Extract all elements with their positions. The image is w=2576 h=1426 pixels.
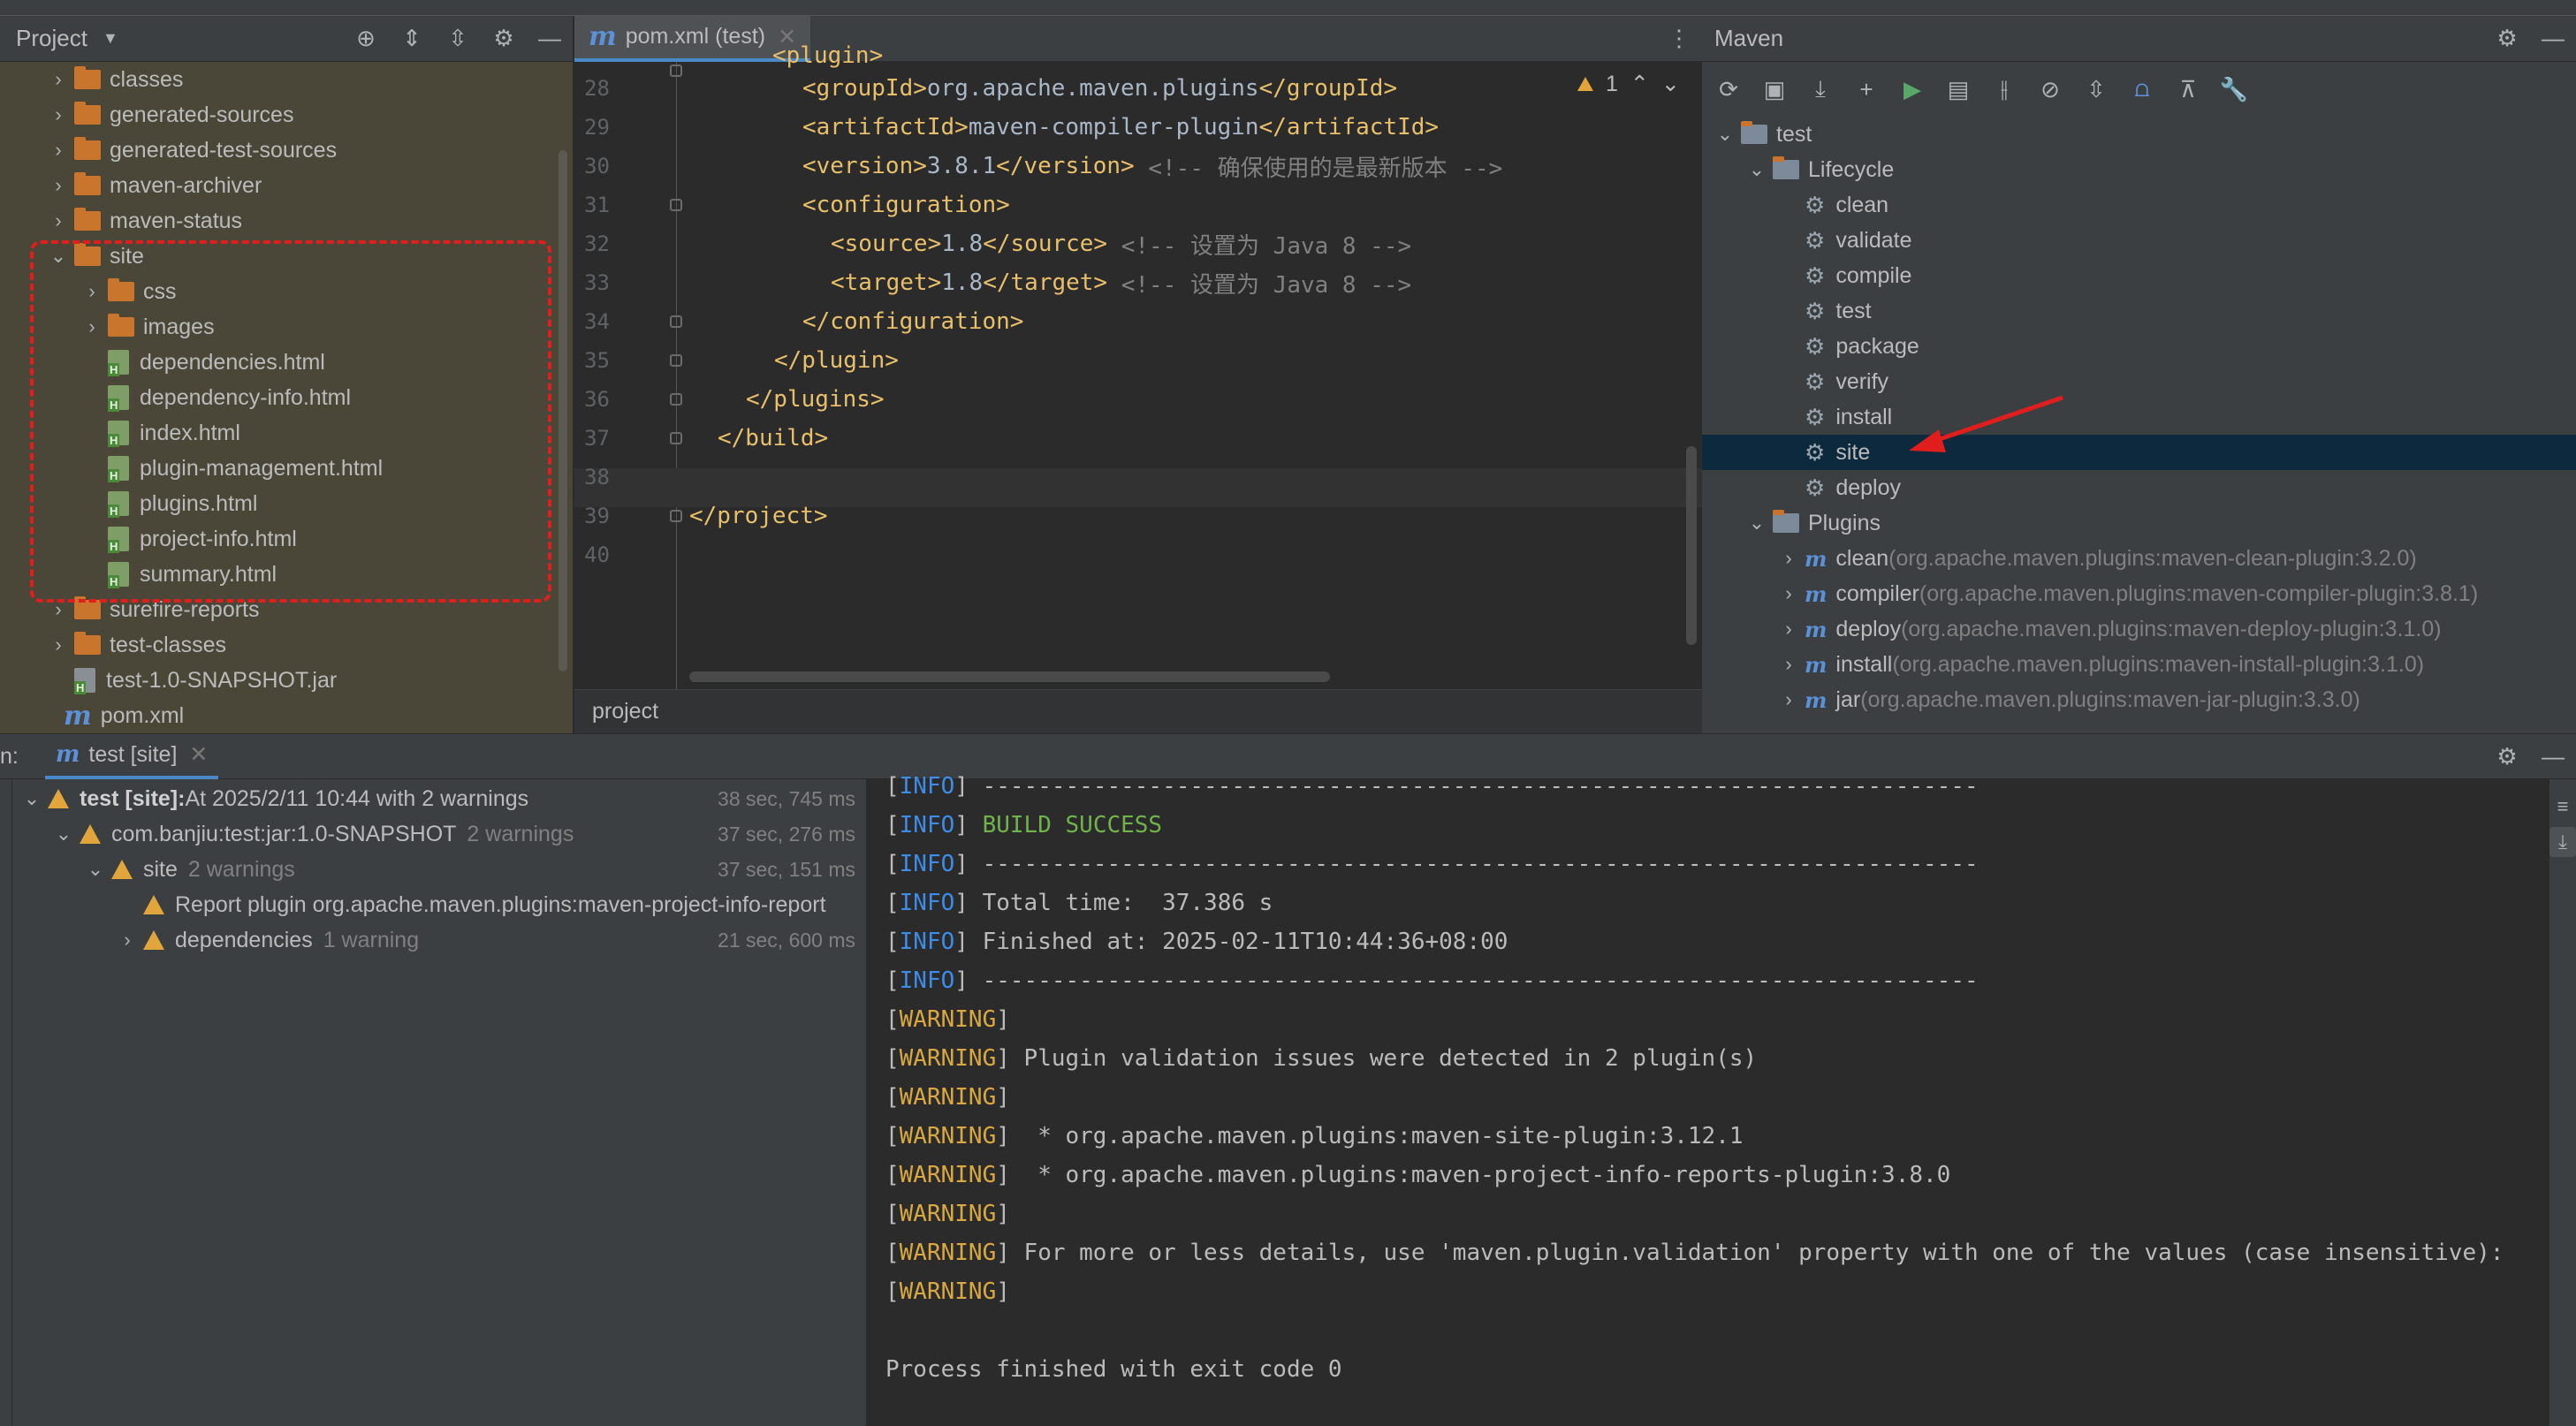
console-bracket: ] [954,929,969,955]
console-bracket: ] [954,773,969,800]
console-bracket: [ [885,773,900,800]
console-bracket: [ [885,929,900,955]
console-bracket: ] [954,967,969,994]
console-level: INFO [899,929,955,955]
console-line: [INFO] Total time: 37.386 s [885,884,1273,922]
console-bracket: ] [996,1084,1010,1111]
console-message: ----------------------------------------… [968,773,1979,800]
console-level: WARNING [899,1162,997,1188]
console-bracket: [ [885,1278,900,1305]
console-bracket: ] [954,890,969,916]
console-line: [WARNING] For more or less details, use … [885,1233,2504,1272]
console-bracket: ] [954,851,969,877]
console-bracket: [ [885,1006,900,1033]
console-line: [INFO] ---------------------------------… [885,767,1979,806]
console-bracket: [ [885,1045,900,1072]
console-bracket: ] [996,1123,1010,1149]
console-level: INFO [899,851,955,877]
console-line: Process finished with exit code 0 [885,1350,1342,1389]
console-message: Plugin validation issues were detected i… [1009,1045,1758,1072]
console-message: * org.apache.maven.plugins:maven-project… [1009,1162,1951,1188]
soft-wrap-icon[interactable]: ≡ [2549,792,2576,822]
console-right-toolbar: ≡ ⤓ [2549,779,2576,1426]
console-line: [WARNING] * org.apache.maven.plugins:mav… [885,1117,1744,1156]
console-line: [WARNING] [885,1078,1010,1117]
console-bracket: ] [996,1006,1010,1033]
console-line: [INFO] BUILD SUCCESS [885,806,1162,845]
console-bracket: ] [996,1045,1010,1072]
console-bracket: [ [885,967,900,994]
console-level: WARNING [899,1084,997,1111]
console-level: INFO [899,890,955,916]
console-level: INFO [899,773,955,800]
console-message: ----------------------------------------… [968,851,1979,877]
console-level: WARNING [899,1240,997,1266]
console-message: Finished at: 2025-02-11T10:44:36+08:00 [968,929,1508,955]
console-bracket: [ [885,1084,900,1111]
console-bracket: [ [885,890,900,916]
console-bracket: [ [885,1201,900,1227]
console-output: [INFO] ---------------------------------… [0,0,2549,1426]
console-line: [WARNING] [885,1195,1010,1233]
console-bracket: [ [885,1162,900,1188]
console-message: For more or less details, use 'maven.plu… [1009,1240,2504,1266]
console-message: Process finished with exit code 0 [885,1356,1342,1383]
console-line: [INFO] ---------------------------------… [885,845,1979,884]
console-bracket: [ [885,812,900,838]
console-message: Total time: 37.386 s [968,890,1273,916]
console-level: INFO [899,812,955,838]
console-line: [INFO] Finished at: 2025-02-11T10:44:36+… [885,922,1508,961]
console-message: * org.apache.maven.plugins:maven-site-pl… [1009,1123,1744,1149]
console-line: [WARNING] [885,1000,1010,1039]
console-line: [INFO] ---------------------------------… [885,961,1979,1000]
console-bracket: [ [885,851,900,877]
console-level: INFO [899,967,955,994]
console-bracket: [ [885,1123,900,1149]
console-message: BUILD SUCCESS [968,812,1163,838]
console-level: WARNING [899,1045,997,1072]
console-bracket: [ [885,1240,900,1266]
console-bracket: ] [996,1240,1010,1266]
console-message: ----------------------------------------… [968,967,1979,994]
console-line: [WARNING] [885,1272,1010,1311]
console-bracket: ] [996,1278,1010,1305]
console-bracket: ] [954,812,969,838]
console-line: [WARNING] * org.apache.maven.plugins:mav… [885,1156,1950,1195]
console-level: WARNING [899,1006,997,1033]
scroll-to-end-icon[interactable]: ⤓ [2549,827,2576,857]
console-line: [WARNING] Plugin validation issues were … [885,1039,1757,1078]
console-level: WARNING [899,1123,997,1149]
console-level: WARNING [899,1201,997,1227]
console-level: WARNING [899,1278,997,1305]
console-bracket: ] [996,1201,1010,1227]
console-bracket: ] [996,1162,1010,1188]
